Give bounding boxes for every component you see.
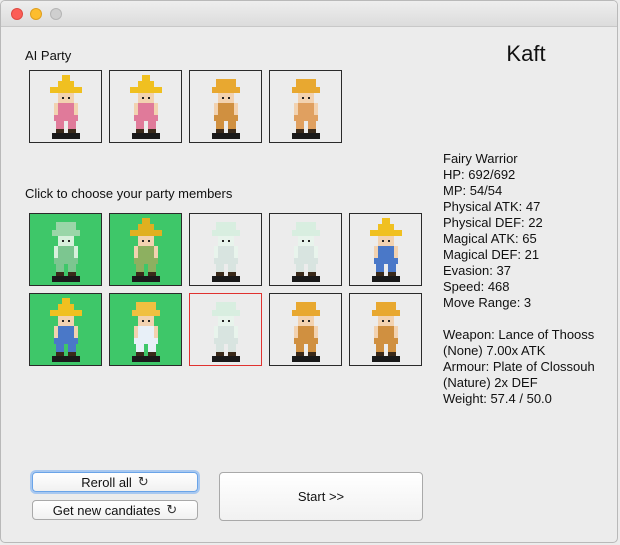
ai-party-slot [269,70,342,143]
maximize-window-icon[interactable] [50,8,62,20]
magical-atk-stat: Magical ATK: 65 [443,231,537,246]
white-mage-blonde-icon [131,302,160,362]
black-mage-blue-robe-icon [369,218,402,282]
pale-ghost-warrior-icon [291,222,320,282]
yellow-hat-green-mage-icon [129,218,162,282]
title-bar [1,1,617,27]
refresh-icon: ↻ [166,502,178,517]
pale-ghost-warrior-icon [211,302,240,362]
move-range-stat: Move Range: 3 [443,295,532,310]
stats-spacer [443,311,617,327]
armour-stat: Armour: Plate of Clossouh (Nature) 2x DE… [443,359,595,390]
candidate-slot[interactable] [269,213,342,286]
candidate-slot[interactable] [29,293,102,366]
ai-party-slot [189,70,262,143]
refresh-icon: ↻ [137,474,149,489]
mp-stat: MP: 54/54 [443,183,503,198]
close-window-icon[interactable] [11,8,23,20]
black-mage-red-robe-icon [49,75,82,139]
candidate-slot[interactable] [29,213,102,286]
ai-party-label: AI Party [25,48,72,63]
blonde-green-warrior-icon [371,302,400,362]
candidate-slot[interactable] [349,213,422,286]
character-name: Kaft [506,41,546,66]
blonde-green-warrior-icon [291,302,320,362]
candidate-slot[interactable] [189,213,262,286]
ai-party-slot [109,70,182,143]
start-button[interactable]: Start >> [219,472,423,521]
candidate-slot[interactable] [349,293,422,366]
reroll-all-label: Reroll all [81,474,132,490]
black-mage-red-robe-icon [129,75,162,139]
green-knight-icon [51,222,80,282]
speed-stat: Speed: 468 [443,279,510,294]
blonde-orange-warrior-icon [291,79,320,139]
physical-atk-stat: Physical ATK: 47 [443,199,541,214]
physical-def-stat: Physical DEF: 22 [443,215,543,230]
ai-party-slot [29,70,102,143]
class-name: Fairy Warrior [443,151,518,166]
reroll-all-button[interactable]: Reroll all ↻ [32,472,198,492]
weight-stat: Weight: 57.4 / 50.0 [443,391,552,406]
evasion-stat: Evasion: 37 [443,263,511,278]
pale-ghost-warrior-icon [211,222,240,282]
candidate-slot[interactable] [109,213,182,286]
minimize-window-icon[interactable] [30,8,42,20]
blonde-purple-warrior-icon [211,79,240,139]
candidate-slot[interactable] [269,293,342,366]
magical-def-stat: Magical DEF: 21 [443,247,540,262]
weapon-stat: Weapon: Lance of Thooss (None) 7.00x ATK [443,327,595,358]
choose-party-label: Click to choose your party members [25,186,233,201]
candidate-slot[interactable] [109,293,182,366]
get-new-candidates-button[interactable]: Get new candiates ↻ [32,500,198,520]
hp-stat: HP: 692/692 [443,167,516,182]
candidate-slot[interactable] [189,293,262,366]
character-stats-panel: Fairy Warrior HP: 692/692 MP: 54/54 Phys… [443,151,617,407]
app-window: AI Party Kaft Click to choose your party… [0,0,618,543]
black-mage-blue-robe-icon [49,298,82,362]
get-new-candidates-label: Get new candiates [52,502,161,518]
start-label: Start >> [297,489,345,504]
